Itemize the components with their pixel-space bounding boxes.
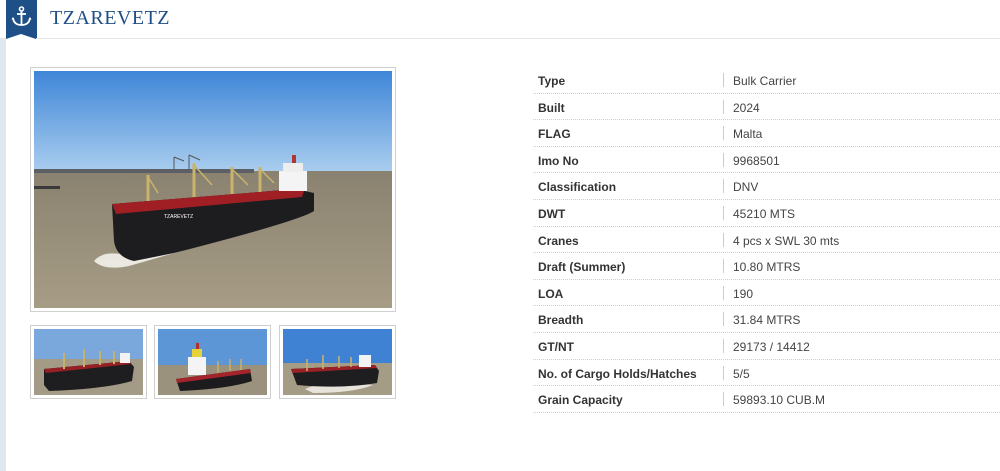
spec-label: FLAG: [538, 127, 571, 142]
spec-value: 59893.10 CUB.M: [733, 393, 826, 408]
spec-value: 4 pcs x SWL 30 mts: [733, 233, 840, 248]
spec-divider: [723, 126, 724, 141]
spec-divider: [723, 338, 724, 353]
ship-photo-thumb-3[interactable]: [279, 325, 396, 399]
spec-divider: [723, 99, 724, 114]
spec-divider: [723, 73, 724, 87]
spec-divider: [723, 285, 724, 300]
left-rail: [0, 0, 6, 471]
spec-divider: [723, 312, 724, 327]
spec-value: 5/5: [733, 366, 750, 381]
spec-divider: [723, 259, 724, 274]
spec-divider: [723, 205, 724, 220]
page-header: TZAREVETZ: [0, 0, 1000, 39]
anchor-icon: [11, 6, 32, 26]
spec-value: 9968501: [733, 153, 780, 168]
spec-table: Type Bulk Carrier Built 2024 FLAG Malta …: [533, 67, 1000, 413]
spec-row-classification: Classification DNV: [533, 173, 1000, 200]
spec-divider: [723, 365, 724, 380]
spec-label: Draft (Summer): [538, 260, 626, 275]
spec-value: 190: [733, 286, 754, 301]
spec-label: Imo No: [538, 153, 579, 168]
spec-row-gt-nt: GT/NT 29173 / 14412: [533, 333, 1000, 360]
spec-label: GT/NT: [538, 339, 574, 354]
spec-divider: [723, 152, 724, 167]
spec-label: Grain Capacity: [538, 393, 623, 408]
spec-label: No. of Cargo Holds/Hatches: [538, 366, 697, 381]
spec-row-flag: FLAG Malta: [533, 120, 1000, 147]
spec-divider: [723, 392, 724, 407]
spec-row-grain: Grain Capacity 59893.10 CUB.M: [533, 386, 1000, 413]
spec-row-dwt: DWT 45210 MTS: [533, 200, 1000, 227]
spec-label: Classification: [538, 180, 617, 195]
anchor-badge: [6, 0, 37, 38]
spec-divider: [723, 179, 724, 194]
ship-photo-thumb-1[interactable]: [30, 325, 147, 399]
spec-label: Built: [538, 100, 565, 115]
spec-row-draft: Draft (Summer) 10.80 MTRS: [533, 253, 1000, 280]
spec-row-type: Type Bulk Carrier: [533, 67, 1000, 94]
spec-row-cranes: Cranes 4 pcs x SWL 30 mts: [533, 227, 1000, 254]
spec-value: 31.84 MTRS: [733, 313, 801, 328]
spec-row-built: Built 2024: [533, 94, 1000, 121]
spec-value: Malta: [733, 127, 763, 142]
spec-divider: [723, 232, 724, 247]
spec-label: Breadth: [538, 313, 584, 328]
badge-notch: [6, 34, 36, 39]
page-title: TZAREVETZ: [50, 7, 171, 29]
spec-label: Type: [538, 74, 566, 88]
spec-value: 10.80 MTRS: [733, 260, 801, 275]
spec-row-holds: No. of Cargo Holds/Hatches 5/5: [533, 360, 1000, 387]
spec-label: LOA: [538, 286, 564, 301]
spec-value: Bulk Carrier: [733, 74, 797, 88]
spec-value: DNV: [733, 180, 759, 195]
spec-value: 29173 / 14412: [733, 339, 810, 354]
spec-row-breadth: Breadth 31.84 MTRS: [533, 306, 1000, 333]
svg-text:TZAREVETZ: TZAREVETZ: [164, 214, 193, 220]
spec-label: DWT: [538, 206, 566, 221]
spec-row-loa: LOA 190: [533, 280, 1000, 307]
spec-row-imo: Imo No 9968501: [533, 147, 1000, 174]
spec-value: 2024: [733, 100, 760, 115]
spec-label: Cranes: [538, 233, 579, 248]
ship-photo-thumb-2[interactable]: [154, 325, 271, 399]
spec-value: 45210 MTS: [733, 206, 796, 221]
ship-photo-main[interactable]: TZAREVETZ: [30, 67, 396, 312]
